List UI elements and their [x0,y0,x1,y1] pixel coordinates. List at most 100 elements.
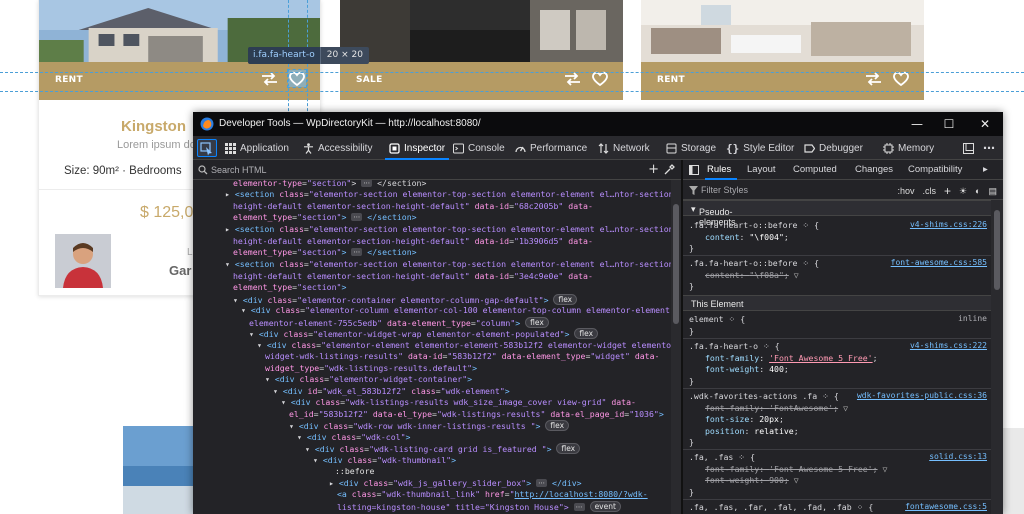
rule-declaration[interactable]: font-weight: 400; [705,364,789,376]
rule-declaration-overridden[interactable]: font-family: 'FontAwesome'; ▽ [705,403,848,415]
rule-source-link[interactable]: v4-shims.css:222 [910,341,987,350]
rule-declaration-overridden[interactable]: font-weight: 900; ▽ [705,475,799,487]
rule-close: } [689,325,694,336]
search-input[interactable]: Search HTML [211,165,267,175]
devtools-window[interactable]: Developer Tools — WpDirectoryKit — http:… [193,112,1003,514]
listing-photo-living-room[interactable] [641,0,924,62]
tree-row[interactable]: ▸ <section class="elementor-section elem… [225,189,671,201]
window-titlebar[interactable]: Developer Tools — WpDirectoryKit — http:… [193,112,1003,136]
tab-storage[interactable]: Storage [666,136,716,160]
rule-source-link[interactable]: font-awesome.css:585 [891,258,987,267]
tab-performance[interactable]: Performance [515,136,587,160]
tree-row[interactable]: ▾ <div class="elementor-widget-container… [265,374,472,386]
compare-icon[interactable] [564,71,581,86]
overridden-filter-icon[interactable]: ▽ [882,464,887,474]
tab-layout[interactable]: Layout [747,164,776,175]
tree-row[interactable]: ▾ <div class="wdk-listings-results wdk_s… [281,397,636,409]
tab-compatibility[interactable]: Compatibility [908,164,962,175]
listing-title[interactable]: Kingston [121,118,186,135]
listing-photo-kitchen[interactable] [340,0,623,62]
html-search-bar[interactable]: Search HTML + [193,160,681,180]
agent-avatar[interactable] [55,234,111,288]
overridden-filter-icon[interactable]: ▽ [794,475,799,485]
tree-row[interactable]: ▾ <section class="elementor-section elem… [225,259,671,271]
tab-application[interactable]: Application [225,136,289,160]
rule-declaration-overridden[interactable]: font-family: 'Font Awesome 5 Free'; ▽ [705,464,887,476]
rule-selector[interactable]: .fa.fa-heart-o::before ⁘ { [689,220,819,232]
light-theme-icon[interactable]: ☀ [959,186,967,197]
filter-styles-input[interactable]: Filter Styles [701,185,748,195]
rule-source-link[interactable]: fontawesome.css:5 [905,502,987,511]
add-rule-icon[interactable]: + [944,184,951,198]
section-header-this-element[interactable]: This Element [683,295,991,311]
tab-console[interactable]: Console [453,136,505,160]
add-node-button[interactable]: + [648,162,659,177]
tabs-overflow-icon[interactable]: ▸ [983,164,988,175]
rule-selector[interactable]: .fa, .fas ⁘ { [689,452,755,464]
rule-selector[interactable]: .wdk-favorites-actions .fa ⁘ { [689,391,839,403]
dom-tree[interactable]: elementor-type="section"> ⋯ </section> ▸… [193,180,671,514]
minimize-icon[interactable]: — [909,116,925,132]
tree-row[interactable]: ▾ <div class="elementor-column elementor… [241,305,670,317]
compare-icon[interactable] [261,71,278,86]
rule-declaration[interactable]: position: relative; [705,426,799,438]
tab-label: Style Editor [743,142,795,154]
rules-panel: Rules Layout Computed Changes Compatibil… [683,160,1003,514]
rule-selector[interactable]: .fa.fa-heart-o::before ⁘ { [689,258,819,270]
tree-row[interactable]: ▾ <div class="elementor-element elemento… [257,340,671,352]
tab-debugger[interactable]: Debugger [804,136,863,160]
tab-memory[interactable]: Memory [883,136,934,160]
tree-row[interactable]: ▾ <div id="wdk_el_583b12f2" class="wdk-e… [273,386,510,398]
rule-declaration[interactable]: font-family: 'Font Awesome 5 Free'; [705,353,878,365]
rule-source-link[interactable]: wdk-favorites-public.css:36 [857,391,987,400]
markup-scrollbar[interactable] [671,180,681,514]
css-rules-list[interactable]: ▾ Pseudo-elements .fa.fa-heart-o::before… [683,200,991,514]
tree-row[interactable]: ::before [335,466,374,478]
section-header-pseudo-elements[interactable]: ▾ Pseudo-elements [683,200,991,227]
tree-row[interactable]: ▾ <div class="wdk-thumbnail"> [313,455,456,467]
card-actions-band: RENT [641,62,924,100]
tree-row[interactable]: ▾ <div class="wdk-col"> [297,432,410,444]
scrollbar-thumb[interactable] [673,204,679,324]
dark-theme-icon[interactable]: ◐ [975,186,980,196]
element-picker-button[interactable] [197,139,217,157]
tab-style-editor[interactable]: {} Style Editor [726,136,794,160]
rule-source-link[interactable]: solid.css:13 [929,452,987,461]
rule-declaration[interactable]: content: "\f004"; [705,232,789,244]
tree-row[interactable]: ▸ <div class="wdk_js_gallery_slider_box"… [329,478,582,490]
card-actions-band: SALE [340,62,623,100]
tree-row[interactable]: ▸ <section class="elementor-section elem… [225,224,671,236]
compare-icon[interactable] [865,71,882,86]
rule-selector[interactable]: element ⁘ { [689,314,745,326]
tab-network[interactable]: Network [598,136,650,160]
toggle-sidebar-icon[interactable] [689,165,699,175]
rule-selector[interactable]: .fa, .fas, .far, .fal, .fad, .fab ⁘ { [689,502,873,514]
eyedropper-icon[interactable] [664,164,675,175]
tree-row[interactable]: <a class="wdk-thumbnail_link" href="http… [337,489,648,501]
more-menu-button[interactable]: ⋯ [983,136,995,160]
scrollbar-thumb[interactable] [994,210,1000,290]
tab-accessibility[interactable]: Accessibility [303,136,372,160]
agent-name[interactable]: Gar [169,263,191,278]
dock-side-button[interactable] [963,136,974,160]
listing-card-2[interactable]: SALE [340,0,623,112]
listing-card-3[interactable]: RENT [641,0,924,112]
close-icon[interactable]: ✕ [977,116,993,132]
rules-scrollbar[interactable] [991,200,1003,514]
filter-styles-bar[interactable]: Filter Styles :hov .cls + ☀ ◐ ▤ [683,180,1003,200]
firefox-logo-icon [200,117,214,131]
rule-declaration[interactable]: font-size: 20px; [705,414,784,426]
hover-state-toggle[interactable]: :hov [897,186,914,196]
rule-declaration-overridden[interactable]: content: "\f08a"; ▽ [705,270,799,282]
class-toggle[interactable]: .cls [922,186,936,196]
overridden-filter-icon[interactable]: ▽ [794,270,799,280]
maximize-icon[interactable]: ☐ [941,116,957,132]
rule-selector[interactable]: .fa.fa-heart-o ⁘ { [689,341,780,353]
tab-inspector[interactable]: Inspector [385,136,450,160]
tab-computed[interactable]: Computed [793,164,837,175]
tab-changes[interactable]: Changes [855,164,893,175]
tab-rules[interactable]: Rules [707,164,731,175]
print-media-icon[interactable]: ▤ [988,186,997,197]
rule-source-link[interactable]: v4-shims.css:226 [910,220,987,229]
overridden-filter-icon[interactable]: ▽ [843,403,848,413]
